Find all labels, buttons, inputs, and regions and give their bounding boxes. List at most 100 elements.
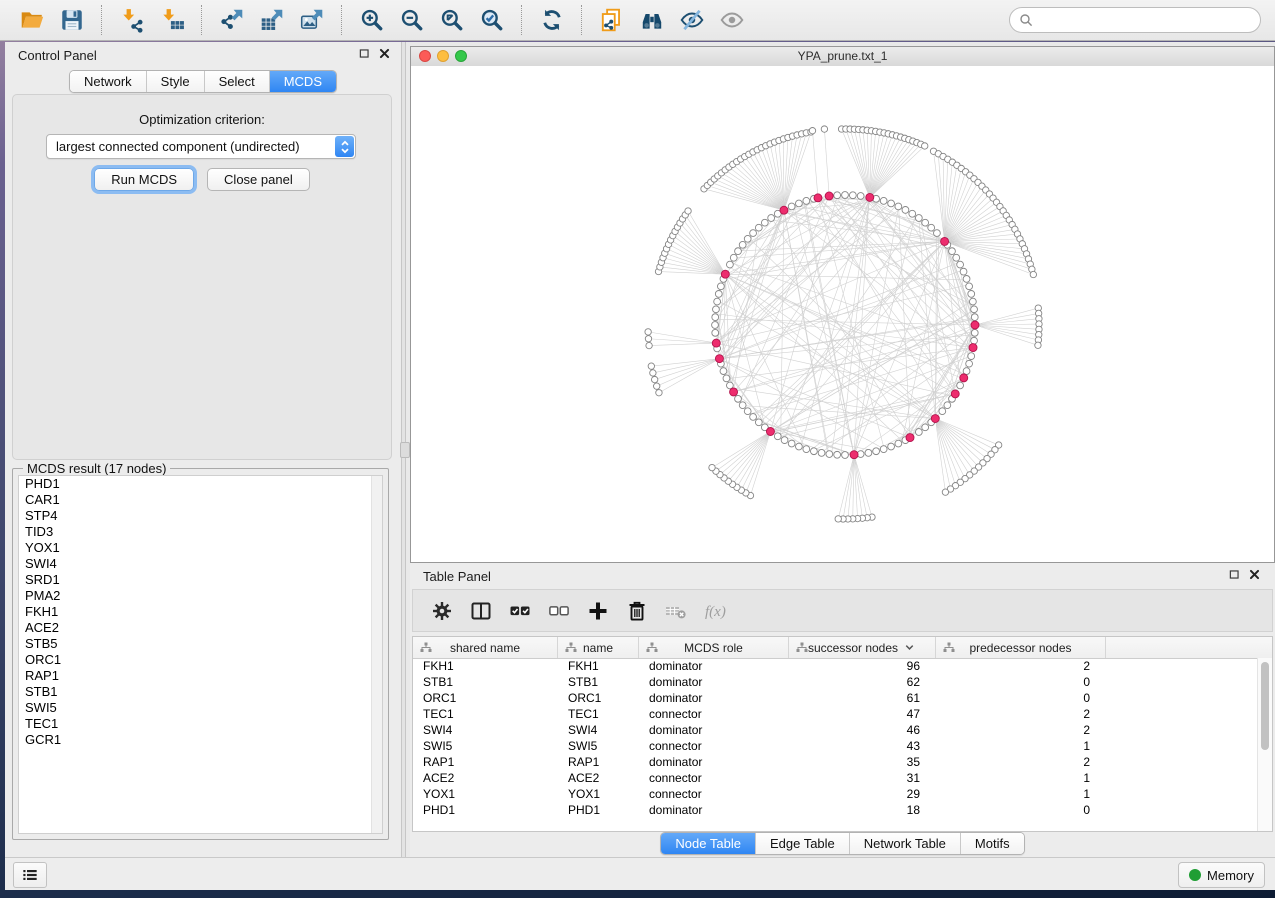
mcds-result-item[interactable]: PHD1 xyxy=(19,476,382,492)
mcds-result-item[interactable]: SRD1 xyxy=(19,572,382,588)
ring-node[interactable] xyxy=(934,230,941,237)
ring-node[interactable] xyxy=(761,219,768,226)
close-panel-icon[interactable] xyxy=(1248,568,1261,581)
ring-node[interactable] xyxy=(739,402,746,409)
list-scrollbar[interactable] xyxy=(371,476,382,833)
ring-node[interactable] xyxy=(712,322,719,329)
mcds-result-item[interactable]: YOX1 xyxy=(19,540,382,556)
satellite-node[interactable] xyxy=(648,363,654,369)
ring-node[interactable] xyxy=(902,206,909,213)
ring-node[interactable] xyxy=(774,433,781,440)
mcds-hub-node[interactable] xyxy=(971,321,979,329)
ring-node[interactable] xyxy=(915,429,922,436)
satellite-node[interactable] xyxy=(942,489,948,495)
ring-node[interactable] xyxy=(928,224,935,231)
ring-node[interactable] xyxy=(717,283,724,290)
criterion-select[interactable]: largest connected component (undirected) xyxy=(46,134,356,159)
mcds-hub-node[interactable] xyxy=(780,206,788,214)
maximize-window-icon[interactable] xyxy=(455,50,467,62)
ring-node[interactable] xyxy=(968,353,975,360)
zoom-in-button[interactable] xyxy=(357,5,387,35)
mcds-hub-node[interactable] xyxy=(951,390,959,398)
column-header-successor-nodes[interactable]: successor nodes xyxy=(789,637,936,658)
ring-node[interactable] xyxy=(723,375,730,382)
close-panel-button[interactable]: Close panel xyxy=(207,168,310,191)
ring-node[interactable] xyxy=(726,261,733,268)
satellite-node[interactable] xyxy=(651,376,657,382)
mcds-result-item[interactable]: SWI4 xyxy=(19,556,382,572)
ring-node[interactable] xyxy=(788,440,795,447)
show-all-button[interactable] xyxy=(717,5,747,35)
ring-node[interactable] xyxy=(803,197,810,204)
delete-row-button[interactable] xyxy=(624,598,650,624)
ring-node[interactable] xyxy=(971,306,978,313)
satellite-node[interactable] xyxy=(650,370,656,376)
mcds-result-item[interactable]: STB1 xyxy=(19,684,382,700)
mcds-result-item[interactable]: CAR1 xyxy=(19,492,382,508)
satellite-node[interactable] xyxy=(646,342,652,348)
ring-node[interactable] xyxy=(971,314,978,321)
ring-node[interactable] xyxy=(739,241,746,248)
ring-node[interactable] xyxy=(720,368,727,375)
zoom-out-button[interactable] xyxy=(397,5,427,35)
ring-node[interactable] xyxy=(788,203,795,210)
mcds-hub-node[interactable] xyxy=(721,270,729,278)
import-table-button[interactable] xyxy=(157,5,187,35)
memory-button[interactable]: Memory xyxy=(1178,862,1265,888)
ring-node[interactable] xyxy=(971,337,978,344)
import-network-button[interactable] xyxy=(117,5,147,35)
ring-node[interactable] xyxy=(744,235,751,242)
mcds-hub-node[interactable] xyxy=(712,339,720,347)
mcds-result-item[interactable]: ACE2 xyxy=(19,620,382,636)
mcds-result-list[interactable]: PHD1CAR1STP4TID3YOX1SWI4SRD1PMA2FKH1ACE2… xyxy=(18,475,383,834)
ring-node[interactable] xyxy=(712,329,719,336)
ring-node[interactable] xyxy=(750,230,757,237)
ring-node[interactable] xyxy=(953,254,960,261)
mcds-result-item[interactable]: RAP1 xyxy=(19,668,382,684)
mcds-result-item[interactable]: STB5 xyxy=(19,636,382,652)
ring-node[interactable] xyxy=(939,408,946,415)
mcds-result-item[interactable]: SWI5 xyxy=(19,700,382,716)
ring-node[interactable] xyxy=(750,414,757,421)
ring-node[interactable] xyxy=(803,446,810,453)
ring-node[interactable] xyxy=(922,424,929,431)
mcds-hub-node[interactable] xyxy=(866,193,874,201)
ring-node[interactable] xyxy=(880,197,887,204)
ring-node[interactable] xyxy=(971,329,978,336)
tab-node-table[interactable]: Node Table xyxy=(661,833,755,854)
ring-node[interactable] xyxy=(888,443,895,450)
table-row[interactable]: ACE2ACE2connector311 xyxy=(413,770,1258,786)
satellite-node[interactable] xyxy=(1035,342,1041,348)
ring-node[interactable] xyxy=(715,290,722,297)
mcds-hub-node[interactable] xyxy=(906,434,914,442)
network-window-titlebar[interactable]: YPA_prune.txt_1 xyxy=(411,47,1274,67)
network-graph[interactable] xyxy=(411,66,1274,562)
ring-node[interactable] xyxy=(880,446,887,453)
find-button[interactable] xyxy=(637,5,667,35)
ring-node[interactable] xyxy=(857,193,864,200)
satellite-node[interactable] xyxy=(709,464,715,470)
ring-node[interactable] xyxy=(895,440,902,447)
ring-node[interactable] xyxy=(915,215,922,222)
satellite-node[interactable] xyxy=(645,336,651,342)
add-row-button[interactable] xyxy=(585,598,611,624)
table-row[interactable]: RAP1RAP1dominator352 xyxy=(413,754,1258,770)
column-header-shared-name[interactable]: shared name xyxy=(413,637,558,658)
close-panel-icon[interactable] xyxy=(378,47,391,60)
select-all-button[interactable] xyxy=(507,598,533,624)
task-history-button[interactable] xyxy=(13,862,47,888)
ring-node[interactable] xyxy=(957,382,964,389)
zoom-fit-button[interactable] xyxy=(437,5,467,35)
ring-node[interactable] xyxy=(768,215,775,222)
hide-selected-button[interactable] xyxy=(677,5,707,35)
mcds-result-item[interactable]: PMA2 xyxy=(19,588,382,604)
ring-node[interactable] xyxy=(755,419,762,426)
table-row[interactable]: TEC1TEC1connector472 xyxy=(413,706,1258,722)
mcds-hub-node[interactable] xyxy=(766,427,774,435)
ring-node[interactable] xyxy=(849,192,856,199)
mcds-result-item[interactable]: TID3 xyxy=(19,524,382,540)
tab-motifs[interactable]: Motifs xyxy=(960,833,1024,854)
ring-node[interactable] xyxy=(755,224,762,231)
settings-button[interactable] xyxy=(429,598,455,624)
ring-node[interactable] xyxy=(969,298,976,305)
